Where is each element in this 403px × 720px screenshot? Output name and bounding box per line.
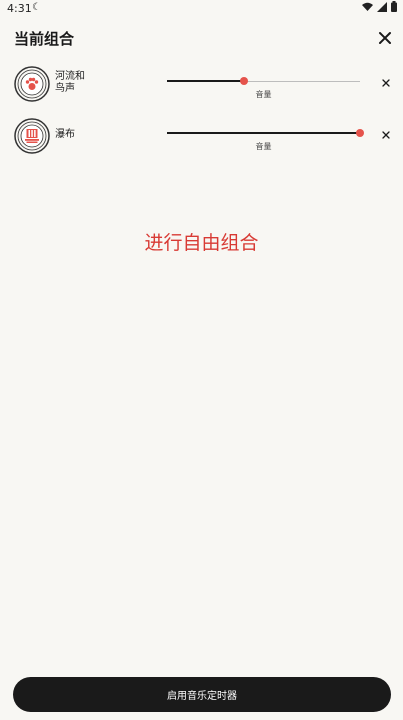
wifi-icon — [362, 2, 373, 11]
sound-name-line1: 河流和 — [55, 71, 85, 82]
slider-fill — [167, 80, 245, 82]
volume-label: 音量 — [255, 90, 272, 99]
sound-name: 瀑布 — [55, 129, 75, 141]
sound-row-river-birds: 河流和 鸟声 音量 — [0, 64, 403, 104]
moon-icon: ☾ — [32, 2, 41, 13]
slider-fill — [167, 132, 360, 134]
volume-label: 音量 — [255, 142, 272, 151]
sound-name-line1: 瀑布 — [55, 129, 75, 140]
close-icon[interactable] — [377, 30, 393, 46]
remove-icon[interactable] — [381, 78, 391, 88]
volume-slider[interactable] — [167, 129, 364, 139]
sound-name-line2: 鸟声 — [55, 83, 75, 94]
sound-row-waterfall: 瀑布 音量 — [0, 116, 403, 156]
remove-icon[interactable] — [381, 130, 391, 140]
slider-thumb[interactable] — [240, 77, 249, 85]
slider-thumb[interactable] — [356, 129, 364, 137]
signal-icon — [377, 1, 387, 12]
paw-icon — [14, 66, 50, 102]
battery-icon — [391, 1, 397, 12]
enable-timer-button[interactable]: 启用音乐定时器 — [13, 677, 391, 712]
status-icons — [362, 1, 397, 12]
status-bar: 4:31 ☾ — [0, 0, 403, 18]
page-title: 当前组合 — [14, 30, 75, 48]
volume-slider[interactable] — [167, 77, 360, 87]
status-time: 4:31 — [7, 2, 32, 15]
sound-name: 河流和 鸟声 — [55, 71, 85, 95]
waterfall-icon — [14, 118, 50, 154]
enable-timer-label: 启用音乐定时器 — [167, 691, 237, 702]
overlay-annotation: 进行自由组合 — [144, 232, 259, 254]
